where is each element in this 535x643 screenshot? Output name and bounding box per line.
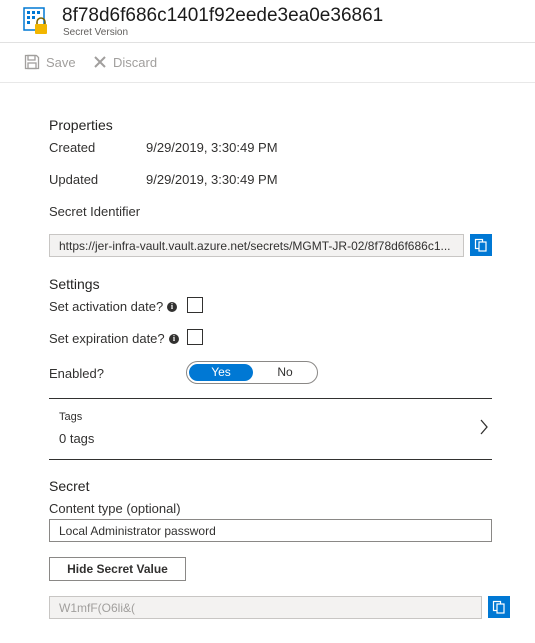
- created-label: Created: [49, 140, 96, 155]
- settings-heading: Settings: [49, 276, 100, 292]
- activation-date-label: Set activation date?: [49, 299, 164, 314]
- page-title: 8f78d6f686c1401f92eede3ea0e36861: [62, 5, 384, 26]
- tags-count: 0 tags: [59, 431, 95, 446]
- hide-secret-value-button[interactable]: Hide Secret Value: [49, 557, 186, 581]
- secret-heading: Secret: [49, 478, 90, 494]
- updated-label: Updated: [49, 172, 99, 187]
- copy-icon: [474, 238, 487, 252]
- tags-bottom-divider: [49, 459, 492, 460]
- key-vault-secret-icon: [22, 7, 52, 37]
- activation-info-icon[interactable]: i: [167, 302, 177, 312]
- expiration-date-label: Set expiration date?: [49, 331, 165, 346]
- enabled-label: Enabled?: [49, 366, 104, 381]
- expiration-info-icon[interactable]: i: [169, 334, 179, 344]
- chevron-right-icon: [480, 419, 488, 435]
- copy-identifier-button[interactable]: [470, 234, 492, 256]
- expiration-date-checkbox[interactable]: [187, 329, 203, 345]
- created-value: 9/29/2019, 3:30:49 PM: [146, 140, 278, 155]
- save-label: Save: [46, 54, 76, 70]
- content-type-label: Content type (optional): [49, 501, 181, 516]
- tags-row[interactable]: Tags 0 tags: [49, 399, 492, 459]
- tags-label: Tags: [59, 411, 83, 423]
- close-icon: [94, 56, 106, 68]
- save-icon: [24, 54, 40, 70]
- page-subtitle: Secret Version: [63, 27, 129, 38]
- copy-secret-value-button[interactable]: [488, 596, 510, 618]
- header-divider: [0, 42, 535, 43]
- updated-value: 9/29/2019, 3:30:49 PM: [146, 172, 278, 187]
- discard-button[interactable]: Discard: [93, 52, 157, 72]
- secret-value-field[interactable]: W1mfF(O6li&(: [49, 596, 482, 619]
- enabled-toggle[interactable]: Yes No: [186, 361, 318, 384]
- enabled-yes-option[interactable]: Yes: [189, 364, 253, 381]
- discard-label: Discard: [113, 54, 158, 70]
- secret-identifier-field[interactable]: https://jer-infra-vault.vault.azure.net/…: [49, 234, 464, 257]
- secret-identifier-label: Secret Identifier: [49, 204, 141, 219]
- copy-icon: [492, 600, 505, 614]
- content-type-input[interactable]: Local Administrator password: [49, 519, 492, 542]
- save-button[interactable]: Save: [24, 52, 76, 72]
- toolbar-divider: [0, 82, 535, 83]
- activation-date-checkbox[interactable]: [187, 297, 203, 313]
- properties-heading: Properties: [49, 117, 113, 133]
- enabled-no-option[interactable]: No: [253, 364, 317, 381]
